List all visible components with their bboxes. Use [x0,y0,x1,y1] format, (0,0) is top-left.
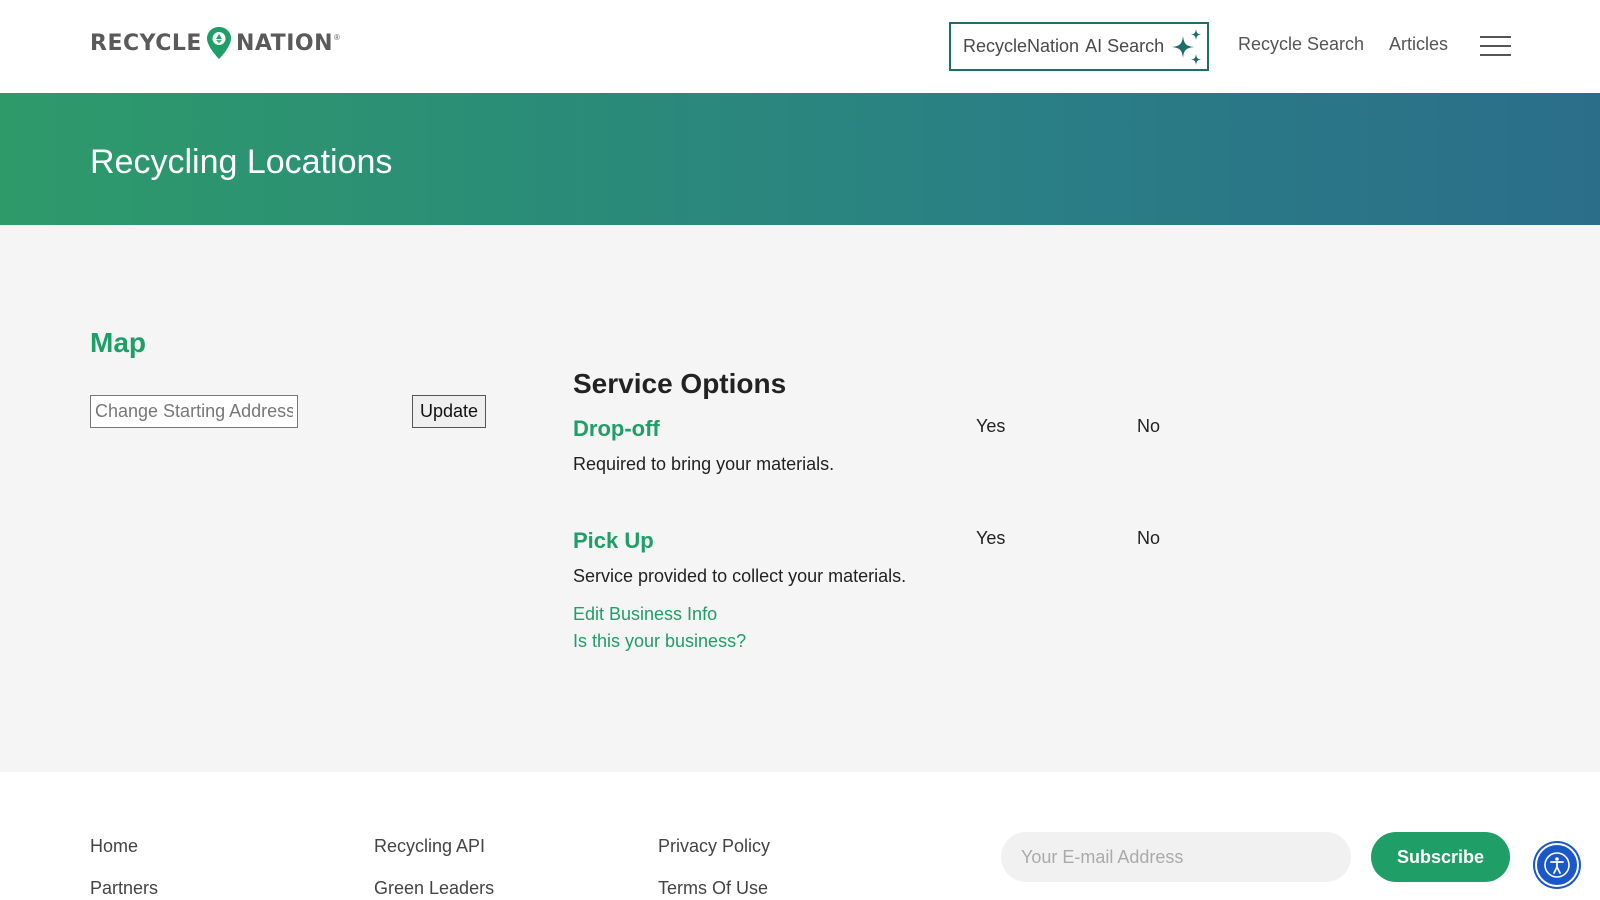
edit-business-info-link[interactable]: Edit Business Info [573,604,717,625]
logo-word-recycle: RECYCLE [90,30,202,56]
footer-link-terms-of-use[interactable]: Terms Of Use [658,878,768,899]
page-banner: Recycling Locations [0,93,1600,225]
logo[interactable]: RECYCLE NATION ® [90,26,340,60]
service-yes-option[interactable]: Yes [976,416,1005,437]
service-options-heading: Service Options [573,368,787,399]
site-header: RECYCLE NATION ® RecycleNation AI Search… [0,0,1600,93]
ai-search-button[interactable]: RecycleNation AI Search [949,22,1209,71]
newsletter-email-input[interactable] [1001,832,1351,882]
starting-address-input[interactable] [90,395,298,428]
logo-word-nation: NATION [235,30,333,56]
service-name: Pick Up [573,528,654,553]
accessibility-icon[interactable] [1535,843,1579,887]
footer-link-green-leaders[interactable]: Green Leaders [374,878,494,899]
accessibility-figure-icon [1544,852,1570,878]
subscribe-button[interactable]: Subscribe [1371,832,1510,882]
service-no-option[interactable]: No [1137,416,1160,437]
claim-business-link[interactable]: Is this your business? [573,631,746,652]
hamburger-icon[interactable] [1480,36,1511,57]
page-title: Recycling Locations [90,143,393,181]
update-button[interactable]: Update [412,395,486,428]
footer-link-home[interactable]: Home [90,836,138,857]
service-description: Required to bring your materials. [573,454,835,474]
map-heading: Map [90,327,146,358]
footer-link-recycling-api[interactable]: Recycling API [374,836,485,857]
service-no-option[interactable]: No [1137,528,1160,549]
footer-link-partners[interactable]: Partners [90,878,158,899]
sparkle-icon [1172,28,1202,65]
service-yes-option[interactable]: Yes [976,528,1005,549]
map-pin-icon [206,27,231,59]
service-description: Service provided to collect your materia… [573,566,907,586]
nav-recycle-search[interactable]: Recycle Search [1238,34,1364,55]
footer-link-privacy-policy[interactable]: Privacy Policy [658,836,770,857]
nav-articles[interactable]: Articles [1389,34,1448,55]
service-name: Drop-off [573,416,660,441]
site-footer [0,772,1600,900]
ai-search-label-suffix: AI Search [1085,36,1165,56]
ai-search-label: RecycleNation [963,36,1080,56]
registered-mark: ® [334,32,340,42]
